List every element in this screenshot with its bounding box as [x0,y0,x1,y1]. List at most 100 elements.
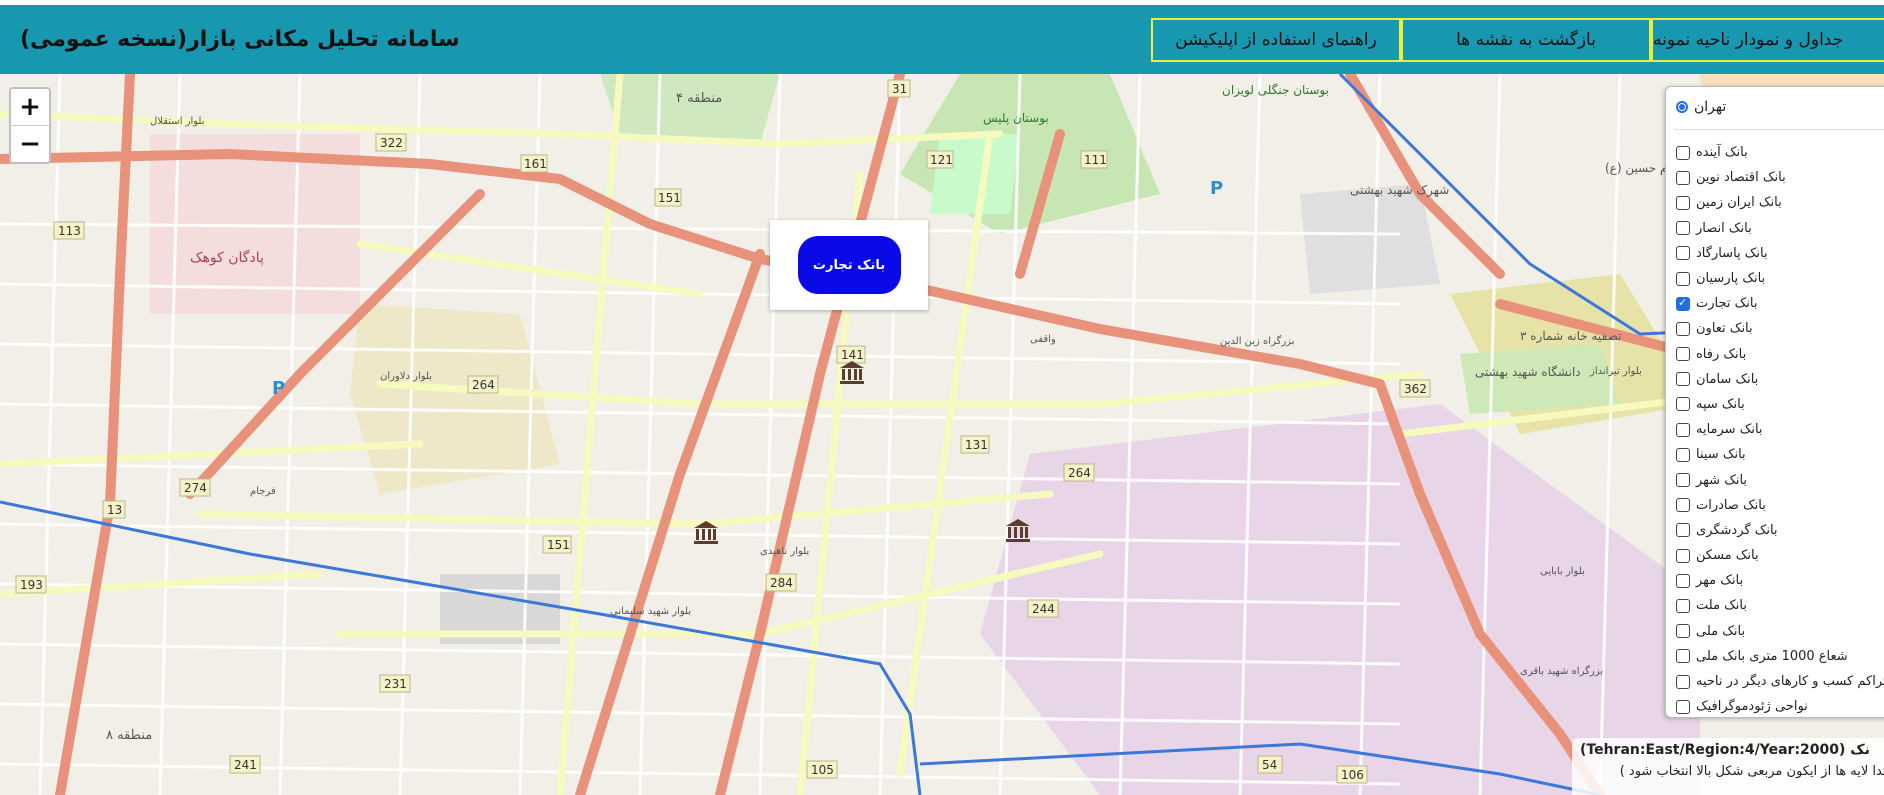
layer-control-panel: تهران بانک آینده بانک اقتصاد نوین بانک ایر… [1665,86,1884,718]
overlay-layer-item[interactable]: بانک پارسیان [1676,266,1884,291]
guide-button[interactable]: راهنمای استفاده از اپلیکیشن [1151,18,1401,62]
svg-text:241: 241 [234,758,257,772]
overlay-layer-item[interactable]: تراکم کسب و کارهای دیگر در ناحیه [1676,669,1884,694]
overlay-layer-item[interactable]: بانک مسکن [1676,543,1884,568]
checkbox-icon[interactable] [1676,397,1690,412]
popup-bank-button[interactable]: بانک تجارت [797,236,901,294]
base-layer-label: تهران [1694,99,1727,115]
svg-text:بلوار شهید سلیمانی: بلوار شهید سلیمانی [610,606,691,617]
bank-popup: بانک تجارت [770,220,928,310]
overlay-layer-item[interactable]: بانک تعاون [1676,316,1884,341]
tables-charts-button[interactable]: جداول و نمودار ناحیه نمونه [1651,18,1884,62]
overlay-layer-label: بانک ایران زمین [1696,195,1782,211]
svg-text:284: 284 [770,576,793,590]
svg-text:بلوار تیرانداز: بلوار تیرانداز [1589,366,1642,377]
overlay-layer-item[interactable]: بانک ملی [1676,619,1884,644]
svg-text:واقفی: واقفی [1030,334,1056,345]
overlay-layer-item[interactable]: نواحی ژئودموگرافیک [1676,694,1884,717]
overlay-layer-item[interactable]: بانک انصار [1676,216,1884,241]
checkbox-icon[interactable] [1676,649,1690,664]
checkbox-icon[interactable] [1676,271,1690,286]
checkbox-icon[interactable] [1676,246,1690,261]
zoom-in-button[interactable]: + [11,89,49,125]
checkbox-icon[interactable] [1676,498,1690,513]
overlay-layer-item[interactable]: بانک گردشگری [1676,518,1884,543]
overlay-layer-item[interactable]: بانک پاسارگاد [1676,241,1884,266]
zoom-out-button[interactable]: − [11,125,49,162]
svg-text:105: 105 [811,763,834,777]
bank-marker-icon[interactable] [1004,517,1032,545]
checkbox-icon[interactable] [1676,447,1690,462]
checkbox-icon[interactable] [1676,347,1690,362]
overlay-layer-item[interactable]: شعاع 1000 متری بانک ملی [1676,644,1884,669]
overlay-layer-label: بانک تعاون [1696,321,1753,337]
svg-text:106: 106 [1341,768,1364,782]
checkbox-icon[interactable] [1676,523,1690,538]
svg-text:274: 274 [184,481,207,495]
overlay-layer-item[interactable]: بانک سپه [1676,392,1884,417]
checkbox-icon[interactable] [1676,573,1690,588]
bank-marker-icon[interactable] [838,359,866,387]
map-view[interactable]: 322 161 151 121 111 31 264 141 131 264 1… [0,74,1884,795]
checkbox-icon[interactable] [1676,422,1690,437]
overlay-layer-item[interactable]: بانک مهر [1676,568,1884,593]
overlay-layer-label: بانک صادرات [1696,497,1766,513]
app-title: سامانه تحلیل مکانی بازار(نسخه عمومی) [20,27,460,52]
base-layer-option[interactable]: تهران [1676,99,1726,115]
overlay-layer-item[interactable]: بانک تجارت [1676,291,1884,316]
svg-text:تصفیه خانه شماره ۳: تصفیه خانه شماره ۳ [1520,329,1621,344]
overlay-list: بانک آینده بانک اقتصاد نوین بانک ایران زمی… [1676,140,1884,717]
svg-text:بلوار دلاوران: بلوار دلاوران [380,371,432,382]
overlay-layer-label: بانک آینده [1696,145,1748,161]
overlay-layer-item[interactable]: بانک ملت [1676,593,1884,618]
overlay-layer-label: بانک رفاه [1696,346,1747,362]
overlay-layer-item[interactable]: بانک سامان [1676,367,1884,392]
checkbox-icon[interactable] [1676,598,1690,613]
svg-text:منطقه ۴: منطقه ۴ [676,91,722,106]
checkbox-icon[interactable] [1676,624,1690,639]
svg-text:بوستان جنگلی لویزان: بوستان جنگلی لویزان [1222,83,1329,98]
svg-text:113: 113 [58,224,81,238]
svg-text:121: 121 [930,153,953,167]
svg-text:54: 54 [1262,758,1277,772]
checkbox-icon[interactable] [1676,170,1690,185]
checkbox-icon[interactable] [1676,699,1690,714]
svg-text:منطقه ۸: منطقه ۸ [106,728,152,743]
checkbox-icon[interactable] [1676,321,1690,336]
overlay-layer-item[interactable]: بانک شهر [1676,467,1884,492]
overlay-layer-item[interactable]: بانک صادرات [1676,493,1884,518]
svg-text:بزرگراه زین الدین: بزرگراه زین الدین [1220,335,1294,347]
svg-text:322: 322 [380,136,403,150]
svg-text:193: 193 [20,578,43,592]
svg-text:244: 244 [1032,602,1055,616]
radio-selected-icon[interactable] [1676,101,1688,113]
overlay-layer-item[interactable]: بانک اقتصاد نوین [1676,165,1884,190]
checkbox-icon[interactable] [1676,372,1690,387]
checkbox-icon[interactable] [1676,145,1690,160]
svg-text:151: 151 [547,538,570,552]
overlay-layer-item[interactable]: بانک سرمایه [1676,417,1884,442]
svg-text:362: 362 [1404,382,1427,396]
overlay-layer-item[interactable]: بانک آینده [1676,140,1884,165]
checkbox-checked-icon[interactable] [1676,296,1690,311]
checkbox-icon[interactable] [1676,195,1690,210]
back-to-maps-button[interactable]: بازگشت به نقشه ها [1401,18,1651,62]
map-tiles: 322 161 151 121 111 31 264 141 131 264 1… [0,74,1884,795]
overlay-layer-label: بانک مسکن [1696,548,1759,564]
checkbox-icon[interactable] [1676,548,1690,563]
svg-text:13: 13 [107,503,122,517]
zoom-control: + − [9,87,51,164]
checkbox-icon[interactable] [1676,221,1690,236]
overlay-layer-item[interactable]: بانک ایران زمین [1676,190,1884,215]
overlay-layer-label: بانک سرمایه [1696,422,1763,438]
overlay-layer-label: بانک ملی [1696,623,1746,639]
overlay-layer-item[interactable]: بانک سینا [1676,442,1884,467]
checkbox-icon[interactable] [1676,674,1690,689]
svg-text:بلوار ناهیدی: بلوار ناهیدی [760,546,809,557]
svg-text:264: 264 [1068,466,1091,480]
overlay-layer-label: بانک ملت [1696,598,1747,614]
overlay-layer-label: بانک گردشگری [1696,522,1778,538]
bank-marker-icon[interactable] [692,519,720,547]
checkbox-icon[interactable] [1676,473,1690,488]
overlay-layer-item[interactable]: بانک رفاه [1676,342,1884,367]
